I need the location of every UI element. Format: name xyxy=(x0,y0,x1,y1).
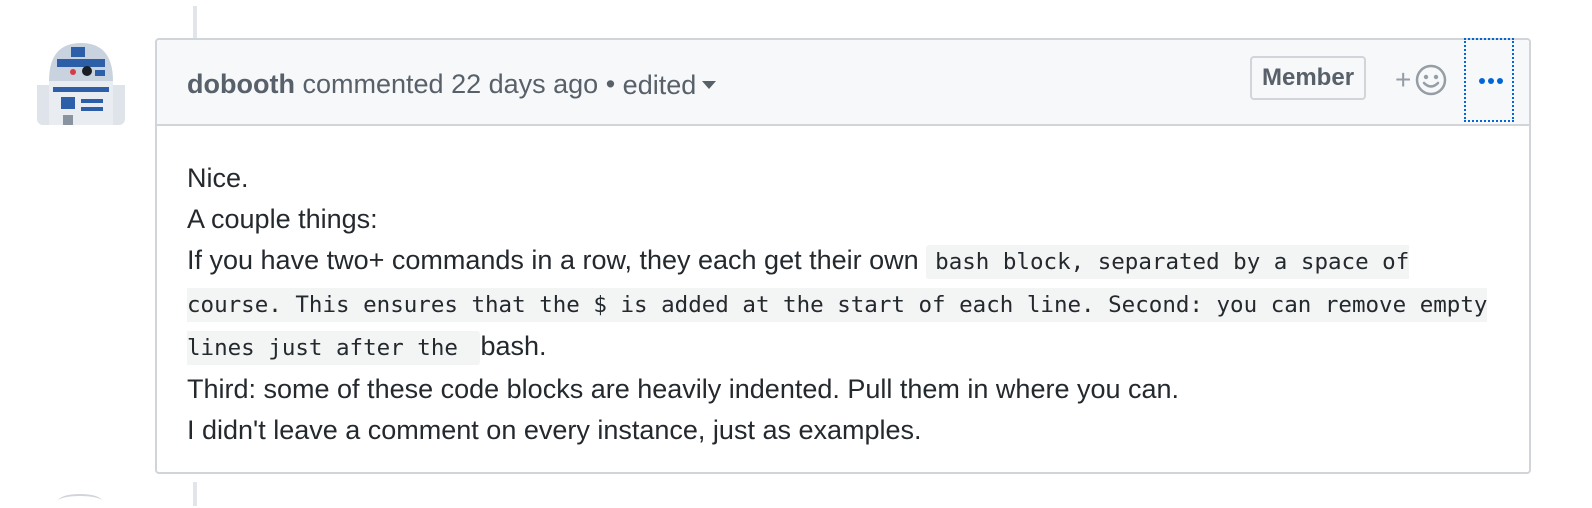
comment-header: dobooth commented 22 days ago • edited M… xyxy=(157,38,1529,126)
plus-icon: + xyxy=(1395,64,1412,95)
comment-line: Third: some of these code blocks are hea… xyxy=(187,374,1180,404)
edited-dropdown[interactable]: edited xyxy=(622,68,717,100)
role-badge: Member xyxy=(1250,56,1367,100)
comment-line: A couple things: xyxy=(187,204,378,234)
timeline-connector xyxy=(193,6,197,38)
comment-container: dobooth commented 22 days ago • edited M… xyxy=(155,38,1531,474)
author-link[interactable]: dobooth xyxy=(187,69,295,99)
comment-timestamp[interactable]: 22 days ago xyxy=(451,69,598,99)
comment-body: Nice. A couple things: If you have two+ … xyxy=(187,158,1507,451)
comment-line: Nice. xyxy=(187,163,249,193)
edited-label: edited xyxy=(622,69,697,100)
comment-paragraph-with-code: If you have two+ commands in a row, they… xyxy=(187,240,1507,369)
timeline-connector xyxy=(193,482,197,506)
comment-text: If you have two+ commands in a row, they… xyxy=(187,245,927,275)
comment-text: bash. xyxy=(480,331,547,361)
comment-line: I didn't leave a comment on every instan… xyxy=(187,415,922,445)
smiley-icon xyxy=(1415,64,1447,96)
author-avatar[interactable] xyxy=(37,37,125,125)
comment-meta: dobooth commented 22 days ago • edited xyxy=(187,64,717,103)
more-options-button[interactable] xyxy=(1464,38,1514,122)
comment-action: commented xyxy=(302,68,444,99)
r2d2-avatar-icon xyxy=(37,37,125,125)
meta-separator: • xyxy=(605,68,616,99)
caret-down-icon xyxy=(702,80,717,89)
add-reaction-button[interactable]: + xyxy=(1395,62,1453,98)
